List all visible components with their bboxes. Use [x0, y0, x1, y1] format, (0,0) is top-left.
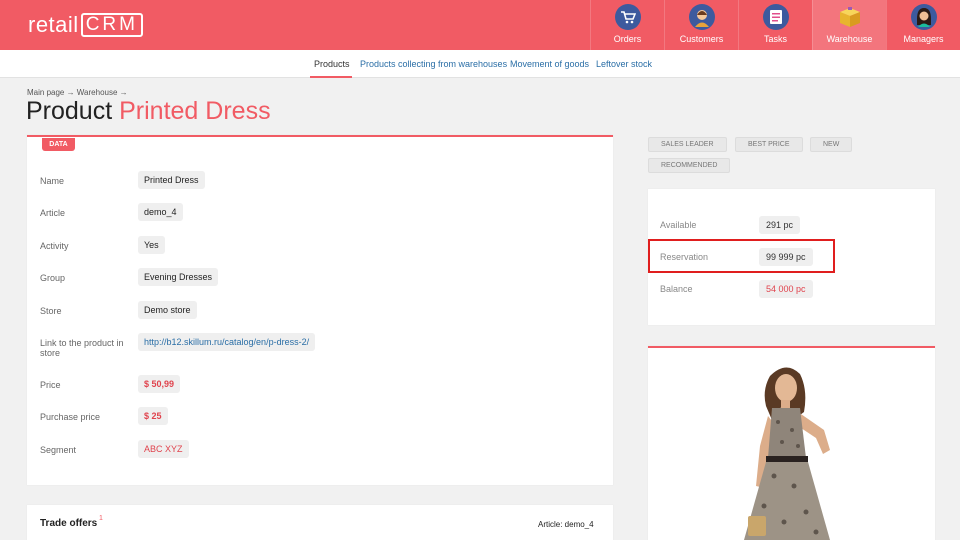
field-label-activity: Activity — [40, 241, 69, 251]
cart-icon — [614, 4, 641, 30]
manager-avatar-icon — [910, 4, 937, 30]
product-image-card — [648, 346, 935, 540]
product-store-link[interactable]: http://b12.skillum.ru/catalog/en/p-dress… — [138, 333, 316, 351]
nav-customers[interactable]: Customers — [664, 0, 738, 50]
data-section-tag: DATA — [42, 138, 75, 151]
logo-crm-text: CRM — [80, 13, 143, 37]
page-title-prefix: Product — [26, 97, 113, 125]
field-label-product-link: Link to the product in store — [40, 338, 124, 358]
field-value-activity[interactable]: Yes — [138, 236, 165, 254]
trade-offers-count: 1 — [99, 515, 103, 522]
card-accent-line — [27, 135, 613, 137]
field-label-price: Price — [40, 380, 61, 390]
field-value-purchase-price[interactable]: $ 25 — [138, 407, 168, 425]
stock-label-available: Available — [660, 220, 697, 230]
field-value-segment[interactable]: ABC XYZ — [138, 440, 189, 458]
product-photo — [744, 367, 830, 540]
subnav-products-collecting[interactable]: Products collecting from warehouses — [360, 59, 507, 69]
field-value-price[interactable]: $ 50,99 — [138, 375, 181, 393]
sub-nav: Products Products collecting from wareho… — [0, 50, 960, 78]
stock-label-balance: Balance — [660, 284, 693, 294]
box-icon — [837, 4, 863, 30]
reservation-highlight-box — [648, 239, 835, 273]
field-label-article: Article — [40, 208, 66, 218]
nav-orders-label: Orders — [613, 34, 642, 44]
subnav-active-indicator — [310, 76, 352, 78]
nav-orders[interactable]: Orders — [590, 0, 664, 50]
nav-tasks[interactable]: Tasks — [738, 0, 812, 50]
field-value-store[interactable]: Demo store — [138, 301, 197, 319]
field-value-article[interactable]: demo_4 — [138, 203, 183, 221]
field-label-purchase-price: Purchase price — [40, 412, 101, 422]
nav-managers-label: Managers — [903, 34, 944, 44]
field-value-name[interactable]: Printed Dress — [138, 171, 205, 189]
top-bar: retail CRM Orders Customers Tasks Wareho… — [0, 0, 960, 50]
tag-best-price[interactable]: BEST PRICE — [735, 137, 803, 152]
customer-avatar-icon — [688, 4, 715, 30]
tag-new[interactable]: NEW — [810, 137, 853, 152]
tag-sales-leader[interactable]: SALES LEADER — [648, 137, 727, 152]
nav-customers-label: Customers — [679, 34, 724, 44]
task-list-icon — [762, 4, 789, 30]
nav-warehouse-label: Warehouse — [826, 34, 873, 44]
field-value-group[interactable]: Evening Dresses — [138, 268, 219, 286]
field-label-name: Name — [40, 176, 65, 186]
stock-value-balance: 54 000 pc — [759, 280, 813, 298]
nav-warehouse[interactable]: Warehouse — [812, 0, 886, 50]
page-title-product-name: Printed Dress — [119, 97, 271, 125]
trade-offers-article: Article: demo_4 — [538, 520, 594, 529]
nav-managers[interactable]: Managers — [886, 0, 960, 50]
page-title: Product Printed Dress — [26, 97, 271, 126]
subnav-leftover-stock[interactable]: Leftover stock — [596, 59, 652, 69]
field-label-segment: Segment — [40, 445, 77, 455]
field-label-store: Store — [40, 306, 62, 316]
field-label-group: Group — [40, 273, 66, 283]
trade-offers-card — [27, 505, 613, 540]
retailcrm-logo[interactable]: retail CRM — [28, 12, 143, 38]
subnav-movement-of-goods[interactable]: Movement of goods — [510, 59, 589, 69]
main-nav: Orders Customers Tasks Warehouse Manager… — [590, 0, 960, 50]
trade-offers-title: Trade offers — [40, 518, 98, 529]
tag-recommended[interactable]: RECOMMENDED — [648, 158, 731, 173]
nav-tasks-label: Tasks — [763, 34, 787, 44]
stock-value-available: 291 pc — [759, 216, 801, 234]
logo-text: retail — [28, 12, 79, 37]
subnav-products[interactable]: Products — [314, 59, 350, 69]
breadcrumb[interactable]: Main page → Warehouse → — [27, 88, 128, 97]
